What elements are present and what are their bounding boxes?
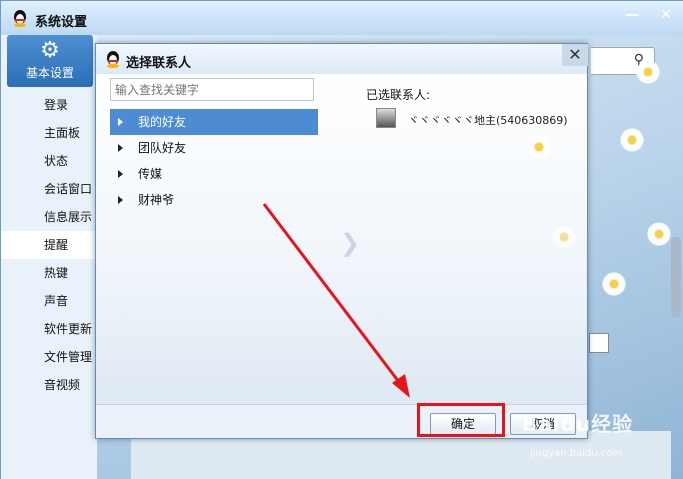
dialog-title: 选择联系人 <box>126 56 192 71</box>
settings-window-title: 系统设置 <box>35 15 88 30</box>
selected-contact-item[interactable]: ヾヾヾヾヾヾ地主(540630869) <box>376 108 576 130</box>
sidebar-item-main-panel[interactable]: 主面板 <box>1 119 97 147</box>
watermark-logo: Baidu经验 <box>522 412 634 436</box>
expand-arrow-icon[interactable] <box>118 196 123 204</box>
contact-search-input[interactable] <box>110 78 314 101</box>
window-close-button[interactable]: ✕ <box>655 5 677 25</box>
qq-penguin-icon <box>14 10 26 27</box>
selected-contact-name: ヾヾヾヾヾヾ地主(540630869) <box>408 114 568 127</box>
basic-settings-label: 基本设置 <box>25 66 74 80</box>
sidebar-item-reminder[interactable]: 提醒 <box>1 231 97 259</box>
sidebar-item-file-management[interactable]: 文件管理 <box>1 343 97 371</box>
basic-settings-tab[interactable]: ⚙ 基本设置 <box>7 35 93 87</box>
group-media[interactable]: 传媒 <box>110 161 318 187</box>
qq-penguin-icon <box>107 51 119 68</box>
sidebar-item-info-display[interactable]: 信息展示 <box>1 203 97 231</box>
daisy-decoration <box>635 59 661 85</box>
dialog-footer: 确定 取消 <box>96 404 587 438</box>
settings-dropdown-stub[interactable] <box>589 333 609 353</box>
sidebar-item-hotkeys[interactable]: 热键 <box>1 259 97 287</box>
minimize-button[interactable]: — <box>621 5 643 25</box>
contact-picker-panel: 我的好友 团队好友 传媒 财神爷 <box>110 78 318 398</box>
group-label: 财神爷 <box>138 193 175 207</box>
selected-contacts-heading: 已选联系人: <box>366 88 431 102</box>
sidebar-item-chat-window[interactable]: 会话窗口 <box>1 175 97 203</box>
sidebar-item-status[interactable]: 状态 <box>1 147 97 175</box>
group-label: 团队好友 <box>138 141 187 155</box>
watermark-url: jingyan.baidu.com <box>530 448 623 459</box>
sidebar-item-audio-video[interactable]: 音视频 <box>1 371 97 399</box>
group-my-friends[interactable]: 我的好友 <box>110 109 318 135</box>
gear-icon: ⚙ <box>40 38 60 63</box>
group-team-friends[interactable]: 团队好友 <box>110 135 318 161</box>
ok-button-highlight-box <box>417 403 505 437</box>
sidebar-item-software-update[interactable]: 软件更新 <box>1 315 97 343</box>
sidebar-item-login[interactable]: 登录 <box>1 91 97 119</box>
settings-titlebar: 系统设置 — ✕ <box>1 1 683 35</box>
expand-arrow-icon[interactable] <box>118 170 123 178</box>
group-label: 传媒 <box>138 167 163 181</box>
settings-nav-list: 登录 主面板 状态 会话窗口 信息展示 提醒 热键 声音 软件更新 文件管理 音… <box>1 91 97 399</box>
avatar <box>376 108 396 128</box>
group-label: 我的好友 <box>138 115 187 129</box>
dialog-titlebar[interactable]: 选择联系人 ✕ <box>96 44 588 74</box>
group-god-of-wealth[interactable]: 财神爷 <box>110 187 318 213</box>
panel-divider-chevron-icon: ❯ <box>340 229 361 257</box>
expand-arrow-icon[interactable] <box>118 144 123 152</box>
expand-arrow-icon[interactable] <box>118 118 123 126</box>
selected-contacts-panel: 已选联系人: ヾヾヾヾヾヾ地主(540630869) <box>366 86 576 386</box>
daisy-decoration <box>619 127 645 153</box>
select-contacts-dialog: 选择联系人 ✕ 我的好友 团队好友 传媒 财神爷 ❯ <box>95 43 588 439</box>
daisy-decoration <box>601 271 627 297</box>
settings-sidebar: ⚙ 基本设置 登录 主面板 状态 会话窗口 信息展示 提醒 热键 声音 软件更新… <box>1 35 97 479</box>
dialog-close-button[interactable]: ✕ <box>562 44 588 66</box>
sidebar-item-sound[interactable]: 声音 <box>1 287 97 315</box>
daisy-decoration <box>646 221 672 247</box>
settings-scrollbar[interactable] <box>671 237 681 317</box>
contact-group-tree: 我的好友 团队好友 传媒 财神爷 <box>110 109 318 213</box>
